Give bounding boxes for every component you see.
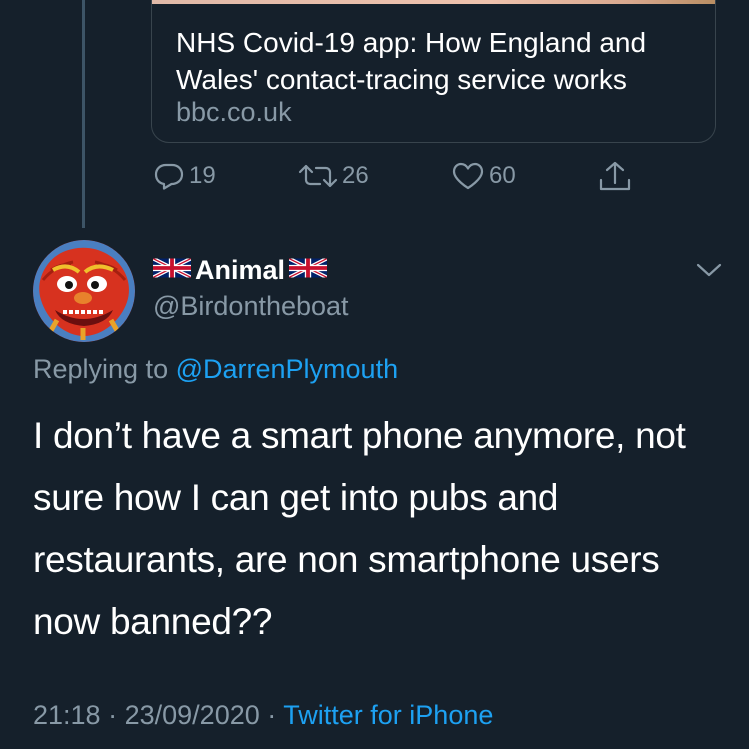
reply-icon <box>153 160 185 192</box>
link-preview-image <box>152 0 715 4</box>
separator-dot: · <box>267 700 277 730</box>
uk-flag-icon <box>153 256 191 285</box>
tweet-action-bar: 19 26 60 <box>0 160 749 200</box>
link-preview-title: NHS Covid-19 app: How England and Wales'… <box>176 27 647 95</box>
avatar-image <box>33 240 135 342</box>
retweet-button[interactable]: 26 <box>298 160 369 192</box>
like-button[interactable]: 60 <box>451 160 516 192</box>
tweet-source-link[interactable]: Twitter for iPhone <box>283 700 493 730</box>
link-preview-domain: bbc.co.uk <box>176 97 292 127</box>
more-options-button[interactable] <box>696 260 722 285</box>
avatar[interactable] <box>33 240 135 342</box>
replying-to-prefix: Replying to <box>33 354 169 384</box>
retweet-count: 26 <box>342 162 369 189</box>
tweet-metadata: 21:18 · 23/09/2020 · Twitter for iPhone <box>33 700 493 731</box>
author-name: Animal <box>195 255 286 285</box>
link-preview-card[interactable]: NHS Covid-19 app: How England and Wales'… <box>151 0 716 143</box>
tweet-text: I don’t have a smart phone anymore, not … <box>33 415 686 642</box>
replying-to-mention-link[interactable]: @DarrenPlymouth <box>176 354 399 384</box>
separator-dot: · <box>108 700 118 730</box>
retweet-icon <box>298 160 338 192</box>
tweet-time[interactable]: 21:18 <box>33 700 101 730</box>
share-button[interactable] <box>597 160 633 194</box>
like-count: 60 <box>489 162 516 189</box>
uk-flag-icon <box>289 256 328 285</box>
reply-count: 19 <box>189 162 216 189</box>
like-icon <box>451 160 485 192</box>
tweet-date[interactable]: 23/09/2020 <box>125 700 260 730</box>
author-name-row[interactable]: Animal <box>153 255 328 286</box>
replying-to-line: Replying to @DarrenPlymouth <box>33 354 398 385</box>
chevron-down-icon <box>696 263 722 284</box>
author-handle[interactable]: @Birdontheboat <box>153 291 349 322</box>
share-icon <box>597 160 633 194</box>
reply-button[interactable]: 19 <box>153 160 216 192</box>
